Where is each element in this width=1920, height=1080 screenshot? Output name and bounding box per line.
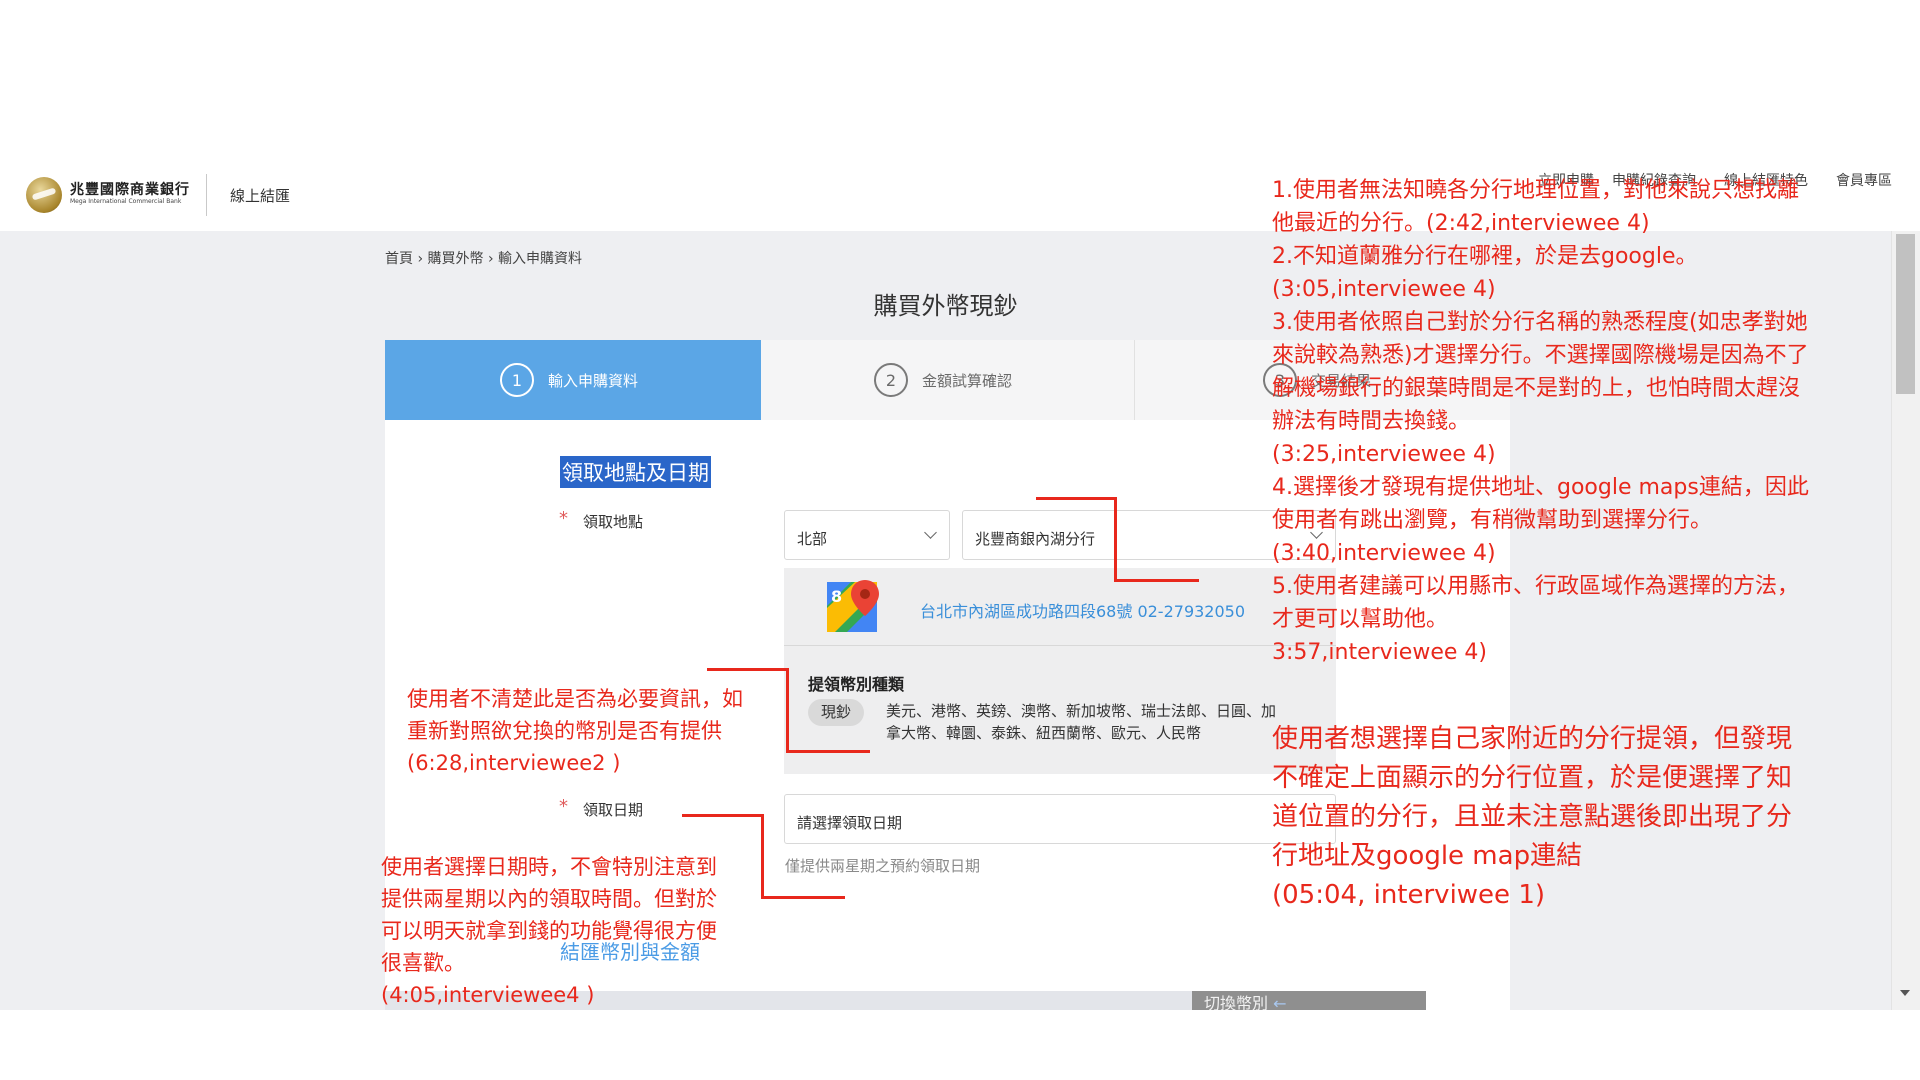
- region-select-value: 北部: [797, 530, 828, 548]
- slide: 兆豐國際商業銀行 Mega International Commercial B…: [0, 0, 1920, 1080]
- region-select[interactable]: 北部: [784, 510, 950, 560]
- header-section-title: 線上結匯: [230, 187, 291, 205]
- annotation-connector: [682, 814, 764, 817]
- branch-address-link[interactable]: 台北市內湖區成功路四段68號 02-27932050: [920, 598, 1245, 622]
- breadcrumb-separator: ›: [487, 251, 499, 267]
- switch-currency-label: 切換幣別: [1204, 994, 1269, 1010]
- pickup-section-heading: 領取地點及日期: [560, 456, 711, 488]
- pickup-date-input[interactable]: 請選擇領取日期: [784, 794, 1336, 844]
- switch-currency-button[interactable]: 切換幣別 ←: [1192, 991, 1426, 1010]
- breadcrumb-current: 輸入申購資料: [498, 251, 583, 267]
- arrow-left-icon: ←: [1273, 994, 1287, 1010]
- annotation-nearby-branch: 使用者想選擇自己家附近的分行提領，但發現不確定上面顯示的分行位置，於是便選擇了知…: [1272, 724, 1793, 910]
- annotation-connector: [761, 896, 845, 899]
- pickup-location-label: 領取地點: [583, 513, 644, 531]
- annotation-branch-location-notes: 1.使用者無法知曉各分行地理位置，對他來說只想找離他最近的分行。(2:42,in…: [1272, 178, 1809, 665]
- branch-select-value: 兆豐商銀內湖分行: [975, 530, 1096, 548]
- nav-item-member[interactable]: 會員專區: [1836, 170, 1892, 190]
- branch-info-divider: [784, 645, 1336, 646]
- step-2-number: 2: [874, 363, 908, 397]
- annotation-connector: [1036, 497, 1117, 500]
- annotation-currency-info: 使用者不清楚此是否為必要資訊，如重新對照欲兌換的幣別是否有提供(6:28,int…: [407, 687, 743, 775]
- header-divider: [206, 174, 207, 216]
- breadcrumb: 首頁 › 購買外幣 › 輸入申購資料: [385, 248, 582, 268]
- annotation-connector: [1114, 497, 1117, 582]
- step-1-number: 1: [500, 363, 534, 397]
- bank-logo-icon[interactable]: [26, 177, 62, 213]
- bank-name-en: Mega International Commercial Bank: [70, 198, 182, 205]
- step-2-label: 金額試算確認: [922, 372, 1013, 390]
- pickup-date-placeholder: 請選擇領取日期: [797, 814, 903, 832]
- google-maps-icon[interactable]: 8: [825, 578, 881, 634]
- annotation-connector: [1114, 579, 1199, 582]
- annotation-connector: [761, 814, 764, 899]
- scrollbar-thumb[interactable]: [1896, 234, 1915, 394]
- pickup-date-label: 領取日期: [583, 801, 644, 819]
- step-1-label: 輸入申購資料: [548, 372, 639, 390]
- pickup-date-hint: 僅提供兩星期之預約領取日期: [785, 857, 981, 875]
- breadcrumb-home[interactable]: 首頁: [385, 251, 413, 267]
- annotation-connector: [786, 668, 789, 753]
- currency-types-heading: 提領幣別種類: [808, 675, 905, 694]
- bank-name: 兆豐國際商業銀行: [70, 182, 190, 198]
- scroll-down-arrow-icon[interactable]: [1900, 990, 1910, 996]
- cash-badge: 現鈔: [808, 699, 864, 726]
- annotation-connector: [707, 668, 789, 671]
- currency-list: 美元、港幣、英鎊、澳幣、新加坡幣、瑞士法郎、日圓、加拿大幣、韓圜、泰銖、紐西蘭幣…: [886, 702, 1277, 742]
- required-mark: *: [559, 796, 568, 817]
- breadcrumb-separator: ›: [417, 251, 428, 267]
- required-mark: *: [559, 508, 568, 529]
- svg-text:8: 8: [831, 587, 842, 606]
- annotation-pickup-date: 使用者選擇日期時，不會特別注意到提供兩星期以內的領取時間。但對於可以明天就拿到錢…: [381, 855, 717, 1007]
- annotation-connector: [786, 750, 870, 753]
- step-divider: [1134, 340, 1135, 420]
- breadcrumb-buy-currency[interactable]: 購買外幣: [428, 251, 484, 267]
